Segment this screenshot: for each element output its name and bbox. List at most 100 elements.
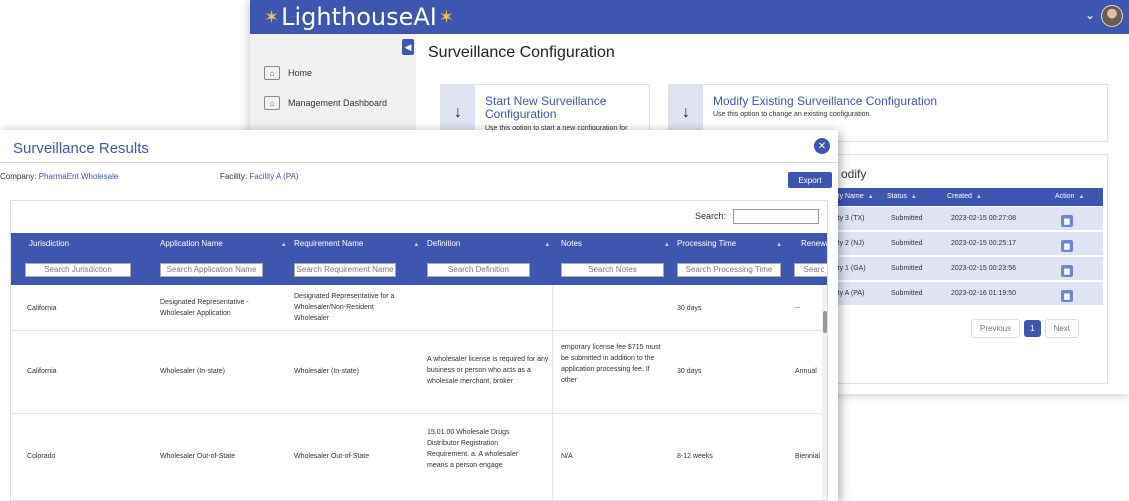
status: Submitted bbox=[891, 265, 923, 272]
column-header-notes[interactable]: Notes ▲ bbox=[561, 239, 670, 248]
column-header-processing-time[interactable]: Processing Time ▲ bbox=[677, 239, 782, 248]
column-label: Action bbox=[1055, 193, 1075, 200]
column-label: Jurisdiction bbox=[29, 239, 70, 248]
cell-application-name: Wholesaler Out-of-State bbox=[160, 453, 236, 460]
sidebar-item-label: Home bbox=[288, 68, 313, 78]
sort-icon: ▲ bbox=[910, 194, 917, 200]
column-header[interactable]: Action ▲ bbox=[1055, 193, 1084, 200]
cell-requirement-name: Designated Representative for a Wholesal… bbox=[294, 293, 395, 322]
cell-application-name: Designated Representative - Wholesaler A… bbox=[160, 299, 249, 317]
search-requirement-name-input[interactable]: Search Requirement Name bbox=[294, 263, 396, 277]
vertical-scrollbar[interactable] bbox=[822, 285, 827, 500]
avatar[interactable] bbox=[1101, 5, 1123, 27]
cell-renewal: Biennial bbox=[795, 453, 820, 460]
facility-info: Facility: Facility A (PA) bbox=[220, 172, 299, 181]
cell-notes: emporary license fee $715 must be submit… bbox=[561, 344, 661, 384]
company-info: Company: PharmaEnt Wholesale bbox=[0, 172, 118, 181]
column-label: Requirement Name bbox=[294, 239, 364, 248]
column-label: Notes bbox=[561, 239, 582, 248]
search-application-name-input[interactable]: Search Application Name bbox=[160, 263, 263, 277]
column-label: Created bbox=[947, 193, 972, 200]
sort-icon: ▲ bbox=[280, 242, 287, 248]
sidebar-item-label: Management Dashboard bbox=[288, 98, 388, 108]
trash-icon[interactable]: ▆ bbox=[1061, 240, 1073, 252]
sidebar-item-management-dashboard[interactable]: ⌂ Management Dashboard bbox=[264, 96, 387, 110]
table-row: California Designated Representative - W… bbox=[11, 285, 823, 331]
results-table-container: Search: Jurisdiction Application Name ▲ R… bbox=[10, 200, 828, 501]
cell-notes: N/A bbox=[561, 453, 573, 460]
card-title: Start New Surveillance Configuration bbox=[485, 94, 607, 121]
search-notes-input[interactable]: Search Notes bbox=[561, 263, 664, 277]
column-header-renewal[interactable]: Renewal bbox=[801, 239, 827, 248]
card-title: Modify Existing Surveillance Configurati… bbox=[713, 94, 938, 108]
cell-definition: A wholesaler license is required for any… bbox=[427, 356, 549, 385]
results-table-header: Jurisdiction Application Name ▲ Requireme… bbox=[11, 233, 827, 285]
column-header-definition[interactable]: Definition ▲ bbox=[427, 239, 550, 248]
status: Submitted bbox=[891, 240, 923, 247]
column-header-requirement-name[interactable]: Requirement Name ▲ bbox=[294, 239, 419, 248]
search-processing-time-input[interactable]: Search Processing Time bbox=[677, 263, 781, 277]
column-label: Definition bbox=[427, 239, 461, 248]
table-row: ility A (PA) Submitted 2023-02-16 01:19:… bbox=[829, 282, 1103, 306]
created-date: 2023-02-15 00:25:17 bbox=[951, 240, 1016, 247]
column-label: Processing Time bbox=[677, 239, 737, 248]
table-row: California Wholesaler (In-state) Wholesa… bbox=[11, 332, 823, 414]
search-definition-input[interactable]: Search Definition bbox=[427, 263, 530, 277]
cell-definition: 15.01.00 Wholesale Drugs Distributor Reg… bbox=[427, 429, 519, 469]
created-date: 2023-02-16 01:19:50 bbox=[951, 290, 1016, 297]
panel-heading: odify bbox=[841, 167, 867, 181]
brand-logo[interactable]: ✶ LighthouseAI ✶ bbox=[262, 2, 456, 32]
close-icon[interactable]: ✕ bbox=[814, 138, 830, 154]
scrollbar-thumb[interactable] bbox=[823, 311, 827, 333]
company-value: PharmaEnt Wholesale bbox=[38, 172, 119, 181]
top-bar: ✶ LighthouseAI ✶ ⌄ bbox=[250, 0, 1129, 34]
cell-renewal: Annual bbox=[795, 368, 817, 375]
trash-icon[interactable]: ▆ bbox=[1061, 215, 1073, 227]
surveillance-results-modal: Surveillance Results ✕ Company: PharmaEn… bbox=[0, 130, 838, 501]
search-renewal-input[interactable]: Searc bbox=[794, 263, 827, 277]
column-header-application-name[interactable]: Application Name ▲ bbox=[160, 239, 287, 248]
sidebar-item-home[interactable]: ⌂ Home bbox=[264, 66, 312, 80]
column-header-jurisdiction[interactable]: Jurisdiction bbox=[29, 239, 69, 248]
home-icon: ⌂ bbox=[264, 66, 280, 80]
sort-icon: ▲ bbox=[776, 242, 783, 248]
next-page-button[interactable]: Next bbox=[1044, 319, 1080, 338]
cell-jurisdiction: California bbox=[27, 368, 57, 375]
previous-page-button[interactable]: Previous bbox=[971, 319, 1021, 338]
table-row: ility 2 (NJ) Submitted 2023-02-15 00:25:… bbox=[829, 232, 1103, 256]
search-jurisdiction-input[interactable]: Search Jurisdiction bbox=[25, 263, 131, 277]
dashboard-icon: ⌂ bbox=[264, 96, 280, 110]
configurations-table-header: ility Name ▲ Status ▲ Created ▲ Action ▲ bbox=[829, 188, 1103, 206]
chevron-down-icon[interactable]: ⌄ bbox=[1085, 8, 1095, 22]
column-header[interactable]: ility Name ▲ bbox=[833, 193, 874, 200]
trash-icon[interactable]: ▆ bbox=[1061, 290, 1073, 302]
facility-value: Facility A (PA) bbox=[249, 172, 299, 181]
cell-application-name: Wholesaler (In-state) bbox=[160, 368, 225, 375]
cell-processing-time: 8-12 weeks bbox=[677, 453, 713, 460]
search-input[interactable] bbox=[733, 209, 819, 224]
modify-configuration-panel: odify ility Name ▲ Status ▲ Created ▲ Actio… bbox=[822, 154, 1108, 384]
table-row: Colorado Wholesaler Out-of-State Wholesa… bbox=[11, 415, 823, 500]
sort-icon: ▲ bbox=[975, 194, 982, 200]
table-row: ility 1 (GA) Submitted 2023-02-15 00:23:… bbox=[829, 257, 1103, 281]
status: Submitted bbox=[891, 290, 923, 297]
company-label: Company: bbox=[0, 172, 37, 181]
sort-icon: ▲ bbox=[867, 194, 874, 200]
export-button[interactable]: Export bbox=[788, 172, 832, 188]
page-1-button[interactable]: 1 bbox=[1024, 320, 1041, 337]
collapse-sidebar-icon[interactable]: ◀ bbox=[402, 39, 414, 55]
cell-jurisdiction: California bbox=[27, 305, 57, 312]
cell-renewal: -- bbox=[795, 305, 800, 312]
trash-icon[interactable]: ▆ bbox=[1061, 265, 1073, 277]
divider bbox=[0, 162, 838, 163]
sort-icon: ▲ bbox=[544, 242, 551, 248]
modal-title: Surveillance Results bbox=[13, 140, 149, 157]
page-title: Surveillance Configuration bbox=[428, 44, 615, 61]
cell-requirement-name: Wholesaler Out-of-State bbox=[294, 453, 370, 460]
sort-icon: ▲ bbox=[1078, 194, 1085, 200]
sort-icon: ▲ bbox=[413, 242, 420, 248]
brand-name: LighthouseAI bbox=[281, 3, 437, 31]
column-header[interactable]: Status ▲ bbox=[887, 193, 917, 200]
column-header[interactable]: Created ▲ bbox=[947, 193, 982, 200]
sunburst-icon: ✶ bbox=[438, 6, 454, 28]
